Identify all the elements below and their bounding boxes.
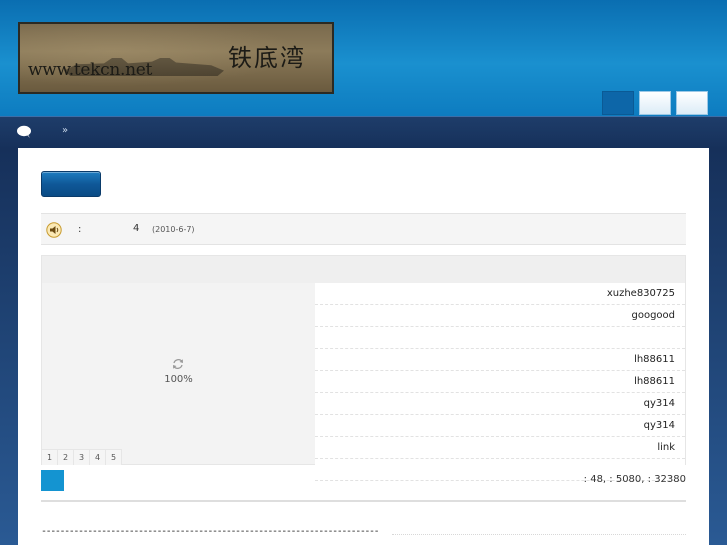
- breadcrumb-separator: »: [62, 125, 69, 136]
- speaker-icon: [46, 222, 62, 238]
- notice-colon: :: [78, 224, 82, 235]
- list-item[interactable]: qy314: [315, 393, 685, 415]
- notice-count: 4: [133, 223, 140, 234]
- page-number-3[interactable]: 3: [74, 450, 90, 465]
- content-panel: 100% 1 2 3 4 5 xuzhe830725 googood lh886…: [41, 255, 686, 481]
- main-content: : 4 (2010-6-7) 100% 1 2 3 4 5 xuzhe83072…: [18, 148, 709, 545]
- reload-icon: [173, 359, 183, 369]
- stats-text: : 48, : 5080, : 32380: [583, 474, 686, 485]
- notice-date: (2010-6-7): [152, 225, 195, 234]
- page-number-5[interactable]: 5: [106, 450, 122, 465]
- panel-header: [42, 256, 685, 283]
- stats-bar: : 48, : 5080, : 32380: [41, 470, 686, 491]
- list-item[interactable]: lh88611: [315, 349, 685, 371]
- page-number-4[interactable]: 4: [90, 450, 106, 465]
- nav-bar: »: [0, 116, 727, 149]
- loading-progress-text: 100%: [164, 374, 193, 385]
- header-button-3[interactable]: [676, 91, 708, 115]
- dashed-separator: ----------------------------------------…: [41, 526, 380, 537]
- site-logo[interactable]: www.tekcn.net 铁底湾: [18, 22, 334, 94]
- page-number-2[interactable]: 2: [58, 450, 74, 465]
- page-number-1[interactable]: 1: [42, 450, 58, 465]
- list-item[interactable]: [315, 327, 685, 349]
- divider: [41, 500, 686, 502]
- list-item[interactable]: xuzhe830725: [315, 283, 685, 305]
- logo-chinese-text: 铁底湾: [228, 44, 306, 72]
- list-item[interactable]: qy314: [315, 415, 685, 437]
- slideshow[interactable]: 100%: [42, 283, 315, 450]
- list-item[interactable]: link: [315, 437, 685, 459]
- notice-bar: : 4 (2010-6-7): [41, 213, 686, 245]
- slideshow-pager: 1 2 3 4 5: [42, 449, 122, 465]
- logo-url-text: www.tekcn.net: [28, 60, 153, 80]
- header-button-2[interactable]: [639, 91, 671, 115]
- dotted-rule: [392, 534, 686, 535]
- action-button[interactable]: [41, 171, 101, 197]
- stats-badge: [41, 470, 64, 491]
- list-item[interactable]: lh88611: [315, 371, 685, 393]
- chat-bubble-icon[interactable]: [16, 125, 32, 139]
- header-banner: www.tekcn.net 铁底湾: [0, 0, 727, 116]
- list-item[interactable]: googood: [315, 305, 685, 327]
- header-button-1[interactable]: [602, 91, 634, 115]
- user-list: xuzhe830725 googood lh88611 lh88611 qy31…: [315, 283, 685, 481]
